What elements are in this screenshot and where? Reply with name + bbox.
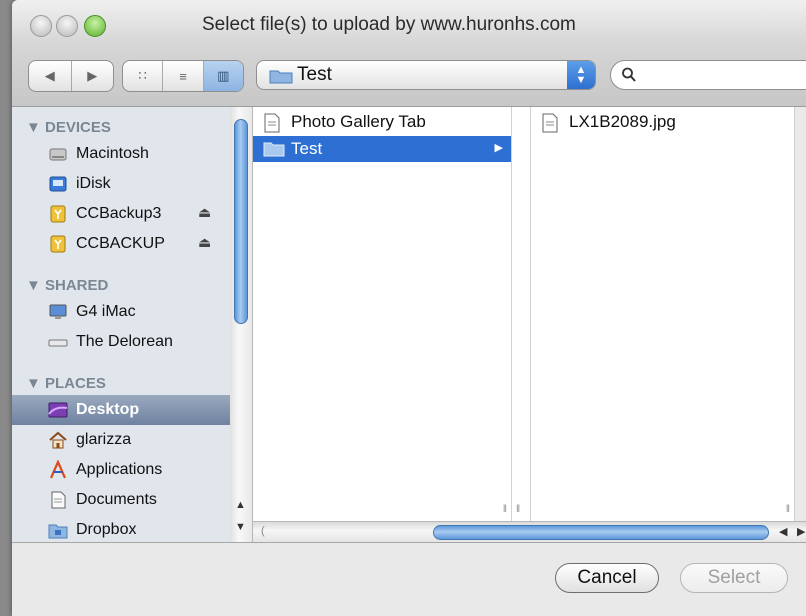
select-button[interactable]: Select bbox=[680, 563, 788, 593]
eject-icon[interactable]: ⏏ bbox=[198, 204, 211, 221]
search-field[interactable] bbox=[610, 60, 806, 90]
sidebar-item-glarizza[interactable]: glarizza bbox=[12, 425, 230, 455]
sidebar-item-g4-imac[interactable]: G4 iMac bbox=[12, 297, 230, 327]
list-item-test[interactable]: Test ▶ bbox=[253, 136, 511, 162]
external-drive-icon bbox=[50, 205, 66, 223]
eject-icon[interactable]: ⏏ bbox=[198, 234, 211, 251]
sidebar-scrollbar[interactable]: ▲ ▼ bbox=[230, 107, 253, 542]
document-icon bbox=[264, 113, 280, 133]
list-item-label: LX1B2089.jpg bbox=[569, 112, 676, 131]
browser-column-3: LX1B2089.jpg ‖ bbox=[531, 107, 795, 521]
title-bar[interactable]: Select file(s) to upload by www.huronhs.… bbox=[12, 0, 806, 45]
computer-icon bbox=[49, 304, 67, 319]
zoom-window-button[interactable] bbox=[84, 15, 106, 37]
list-item-lx1b2089[interactable]: LX1B2089.jpg bbox=[531, 109, 794, 135]
sidebar-item-label: Applications bbox=[76, 461, 163, 478]
sidebar-item-documents[interactable]: Documents bbox=[12, 485, 230, 515]
sidebar-item-dropbox[interactable]: Dropbox bbox=[12, 515, 230, 542]
forward-button[interactable]: ▶ bbox=[72, 61, 114, 91]
sidebar-section-devices[interactable]: ▼ DEVICES bbox=[26, 119, 111, 136]
folder-icon bbox=[269, 70, 293, 84]
sidebar-item-ccbackup3[interactable]: CCBackup3 ⏏ bbox=[12, 199, 230, 229]
folder-icon bbox=[48, 524, 68, 539]
cancel-button[interactable]: Cancel bbox=[555, 563, 659, 593]
location-popup[interactable]: Test ▲ ▼ bbox=[256, 60, 596, 90]
scroll-track-start: ( bbox=[261, 525, 265, 537]
sidebar-item-desktop[interactable]: Desktop bbox=[12, 395, 230, 425]
close-window-button[interactable] bbox=[30, 15, 52, 37]
file-upload-dialog: Select file(s) to upload by www.huronhs.… bbox=[12, 0, 806, 616]
sidebar-item-label: CCBackup3 bbox=[76, 205, 162, 222]
browser-column-2: ‖ bbox=[512, 107, 531, 521]
sidebar-item-macintosh[interactable]: Macintosh bbox=[12, 139, 230, 169]
horizontal-scrollbar[interactable]: ( ◀ ▶ bbox=[253, 521, 806, 543]
icon-view-button[interactable]: ∷ bbox=[123, 61, 164, 91]
back-forward-control: ◀ ▶ bbox=[28, 60, 114, 92]
sidebar-item-label: The Delorean bbox=[76, 333, 173, 350]
sidebar-item-label: glarizza bbox=[76, 431, 132, 448]
scroll-left-icon[interactable]: ◀ bbox=[779, 525, 787, 538]
sidebar-item-ccbackup[interactable]: CCBACKUP ⏏ bbox=[12, 229, 230, 259]
sidebar-item-label: Desktop bbox=[76, 401, 140, 418]
chevron-right-icon: ▶ bbox=[494, 142, 503, 154]
sidebar-scrollbar-thumb[interactable] bbox=[234, 119, 248, 324]
search-input[interactable] bbox=[641, 64, 806, 88]
sidebar-item-label: CCBACKUP bbox=[76, 235, 165, 252]
column-resize-handle[interactable]: ‖ bbox=[516, 504, 520, 515]
idisk-icon bbox=[49, 176, 67, 192]
list-item-label: Test bbox=[291, 139, 323, 158]
popup-arrows-icon: ▲ ▼ bbox=[567, 61, 595, 89]
column-resize-handle[interactable]: ‖ bbox=[503, 504, 507, 515]
documents-icon bbox=[51, 491, 66, 509]
sidebar-item-label: G4 iMac bbox=[76, 303, 136, 320]
horizontal-scrollbar-thumb[interactable] bbox=[433, 525, 769, 540]
search-icon bbox=[622, 67, 636, 82]
document-icon bbox=[542, 113, 558, 133]
sidebar-item-label: iDisk bbox=[76, 175, 111, 192]
scroll-up-icon[interactable]: ▲ bbox=[235, 499, 246, 511]
list-view-button[interactable]: ≡ bbox=[163, 61, 204, 91]
home-icon bbox=[49, 431, 67, 449]
sidebar-item-the-delorean[interactable]: The Delorean bbox=[12, 327, 230, 357]
folder-icon bbox=[263, 142, 285, 157]
location-label: Test bbox=[297, 64, 332, 85]
sidebar-item-idisk[interactable]: iDisk bbox=[12, 169, 230, 199]
network-drive-icon bbox=[48, 339, 68, 347]
scroll-right-icon[interactable]: ▶ bbox=[797, 525, 805, 538]
toolbar: ◀ ▶ ∷ ≡ ▥ Test ▲ ▼ bbox=[12, 44, 806, 107]
sidebar-item-applications[interactable]: Applications bbox=[12, 455, 230, 485]
applications-icon bbox=[49, 460, 67, 479]
window-title: Select file(s) to upload by www.huronhs.… bbox=[202, 14, 576, 35]
desktop-icon bbox=[48, 402, 68, 418]
sidebar-section-places[interactable]: ▼ PLACES bbox=[26, 375, 106, 392]
browser-column-1: Photo Gallery Tab Test ▶ ‖ bbox=[253, 107, 512, 521]
back-button[interactable]: ◀ bbox=[29, 61, 72, 91]
sidebar-item-label: Dropbox bbox=[76, 521, 137, 538]
dialog-button-bar: Cancel Select bbox=[12, 542, 806, 616]
scroll-down-icon[interactable]: ▼ bbox=[235, 521, 246, 533]
minimize-window-button[interactable] bbox=[56, 15, 78, 37]
column-resize-handle[interactable]: ‖ bbox=[786, 504, 790, 515]
view-mode-control: ∷ ≡ ▥ bbox=[122, 60, 244, 92]
hard-drive-icon bbox=[49, 148, 67, 161]
sidebar-section-shared[interactable]: ▼ SHARED bbox=[26, 277, 108, 294]
external-drive-icon bbox=[50, 235, 66, 253]
sidebar-item-label: Documents bbox=[76, 491, 157, 508]
sidebar-item-label: Macintosh bbox=[76, 145, 149, 162]
sidebar: ▼ DEVICES Macintosh iDisk CCBackup3 ⏏ CC… bbox=[12, 107, 231, 542]
column-view-button[interactable]: ▥ bbox=[203, 61, 243, 91]
list-item-photo-gallery-tab[interactable]: Photo Gallery Tab bbox=[253, 109, 511, 135]
list-item-label: Photo Gallery Tab bbox=[291, 112, 426, 131]
